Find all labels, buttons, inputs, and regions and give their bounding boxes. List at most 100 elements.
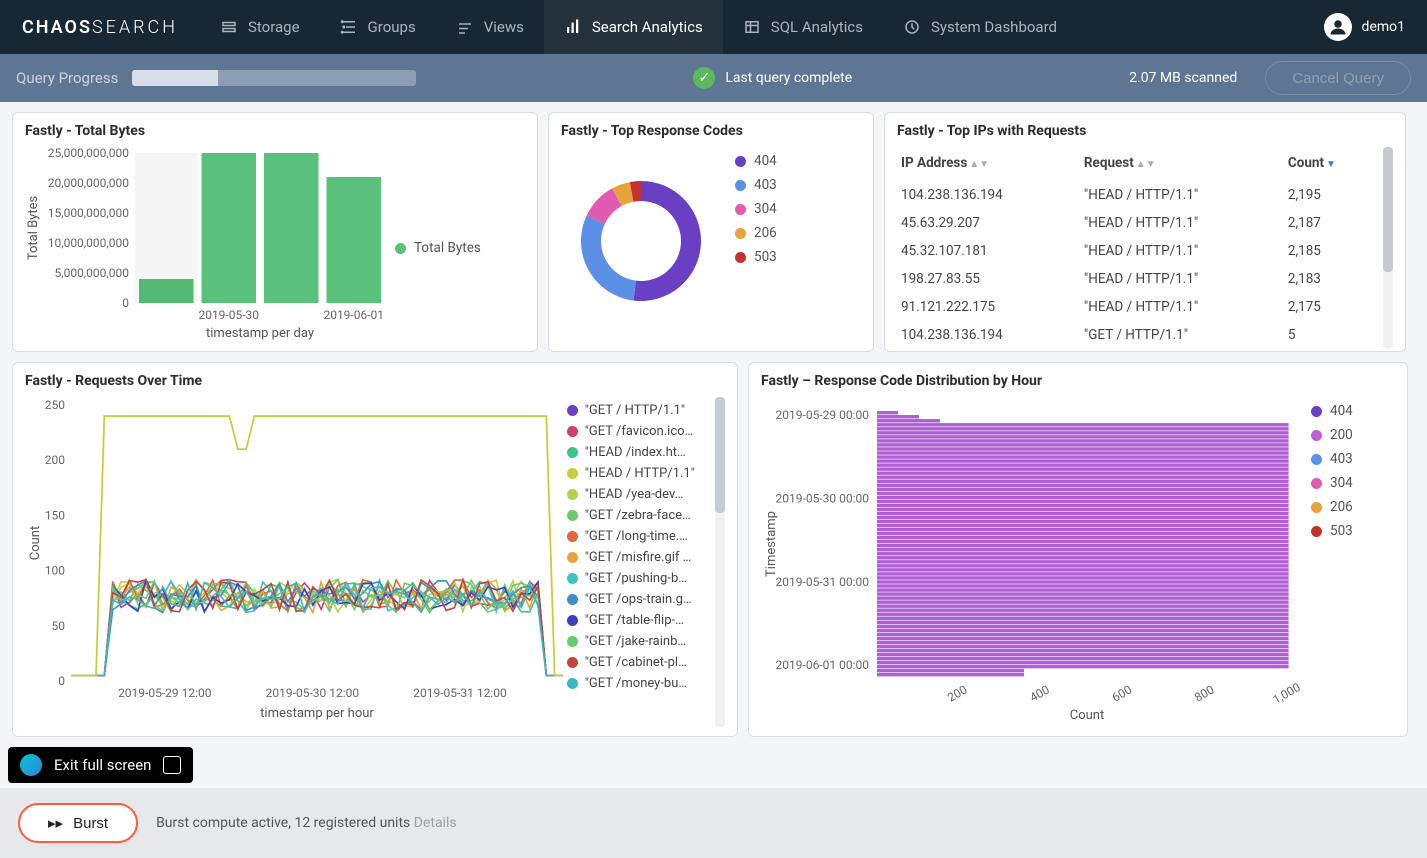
bottom-bar: ▸▸ Burst Burst compute active, 12 regist… bbox=[0, 788, 1427, 858]
table-row[interactable]: 91.121.222.175"HEAD / HTTP/1.1"2,175 bbox=[897, 293, 1377, 321]
legend-label: "GET /zebra-face… bbox=[585, 508, 691, 523]
legend-code-503[interactable]: 503 bbox=[1311, 523, 1391, 539]
legend-request[interactable]: "GET /ops-train.g… bbox=[567, 592, 709, 607]
legend-code-206[interactable]: 206 bbox=[735, 225, 777, 241]
legend-label: "HEAD / HTTP/1.1" bbox=[585, 466, 695, 481]
table-row[interactable]: 198.27.83.55"HEAD / HTTP/1.1"2,183 bbox=[897, 265, 1377, 293]
panel-total-bytes: Fastly - Total Bytes 05,000,000,00010,00… bbox=[12, 112, 538, 352]
legend-request[interactable]: "GET /pushing-b… bbox=[567, 571, 709, 586]
legend-dot-icon bbox=[735, 156, 746, 167]
legend-label: "GET / HTTP/1.1" bbox=[585, 403, 685, 418]
col-ip[interactable]: IP Address▲▼ bbox=[897, 147, 1080, 181]
burst-status: Burst compute active, 12 registered unit… bbox=[156, 815, 457, 831]
legend-label: 503 bbox=[754, 249, 777, 265]
legend-total-bytes[interactable]: Total Bytes bbox=[395, 153, 481, 343]
system-icon bbox=[903, 18, 921, 36]
legend-label: 206 bbox=[1330, 499, 1353, 515]
legend-request[interactable]: "GET /jake-rainb… bbox=[567, 634, 709, 649]
legend-code-503[interactable]: 503 bbox=[735, 249, 777, 265]
legend-request[interactable]: "GET / HTTP/1.1" bbox=[567, 403, 709, 418]
legend-dot-icon bbox=[567, 636, 578, 647]
legend-dot-icon bbox=[567, 447, 578, 458]
legend-request[interactable]: "GET /table-flip-… bbox=[567, 613, 709, 628]
exit-full-screen-button[interactable]: Exit full screen bbox=[8, 747, 193, 783]
query-scanned: 2.07 MB scanned bbox=[1129, 70, 1237, 86]
legend-request[interactable]: "HEAD /index.ht… bbox=[567, 445, 709, 460]
legend-dot-icon bbox=[1311, 478, 1322, 489]
legend-dot-icon bbox=[567, 573, 578, 584]
nav-sql-analytics[interactable]: SQL Analytics bbox=[723, 0, 883, 54]
nav-system-dashboard[interactable]: System Dashboard bbox=[883, 0, 1077, 54]
scrollbar[interactable] bbox=[715, 397, 725, 727]
svg-text:400: 400 bbox=[1027, 682, 1052, 704]
svg-text:2019-05-29 00:00: 2019-05-29 00:00 bbox=[776, 408, 870, 422]
svg-text:25,000,000,000: 25,000,000,000 bbox=[48, 147, 130, 160]
legend-code-304[interactable]: 304 bbox=[735, 201, 777, 217]
table-row[interactable]: 45.32.107.181"HEAD / HTTP/1.1"2,185 bbox=[897, 237, 1377, 265]
query-status: ✓ Last query complete bbox=[693, 67, 852, 89]
panel-top-response-codes: Fastly - Top Response Codes 404 403 304 206… bbox=[548, 112, 874, 352]
cancel-query-button[interactable]: Cancel Query bbox=[1265, 61, 1411, 95]
table-row[interactable]: 104.238.136.194"GET / HTTP/1.1"5 bbox=[897, 321, 1377, 349]
legend-request[interactable]: "HEAD /yea-dev… bbox=[567, 487, 709, 502]
table-row[interactable]: 45.63.29.207"HEAD / HTTP/1.1"2,187 bbox=[897, 209, 1377, 237]
legend-dot-icon bbox=[567, 657, 578, 668]
legend-code-403[interactable]: 403 bbox=[735, 177, 777, 193]
scrollbar[interactable] bbox=[1383, 147, 1393, 349]
user-avatar-icon bbox=[1324, 13, 1352, 41]
user-menu[interactable]: demo1 bbox=[1324, 13, 1427, 41]
legend-dot-icon bbox=[1311, 502, 1322, 513]
logo-bold: CHAOS bbox=[22, 17, 92, 38]
legend-request[interactable]: "GET /favicon.ico… bbox=[567, 424, 709, 439]
panel-requests-over-time: Fastly - Requests Over Time 050100150200… bbox=[12, 362, 738, 737]
legend-label: 403 bbox=[1330, 451, 1353, 467]
legend-dot-icon bbox=[735, 228, 746, 239]
panel-title: Fastly - Top Response Codes bbox=[561, 123, 861, 139]
scrollbar-thumb[interactable] bbox=[1383, 147, 1393, 272]
svg-text:5,000,000,000: 5,000,000,000 bbox=[54, 266, 129, 280]
query-progress-track bbox=[132, 70, 416, 86]
top-nav: CHAOSSEARCH StorageGroupsViewsSearch Ana… bbox=[0, 0, 1427, 54]
legend-code-403[interactable]: 403 bbox=[1311, 451, 1391, 467]
scrollbar-thumb[interactable] bbox=[715, 397, 725, 513]
legend-label: "HEAD /index.ht… bbox=[585, 445, 686, 460]
col-request[interactable]: Request▲▼ bbox=[1080, 147, 1284, 181]
burst-button[interactable]: ▸▸ Burst bbox=[18, 803, 138, 843]
legend-label: 503 bbox=[1330, 523, 1353, 539]
svg-text:250: 250 bbox=[45, 398, 65, 412]
nav-groups[interactable]: Groups bbox=[320, 0, 436, 54]
svg-text:timestamp per day: timestamp per day bbox=[206, 326, 314, 341]
burst-details-link[interactable]: Details bbox=[414, 815, 457, 831]
legend-dot-icon bbox=[567, 531, 578, 542]
legend-label: "GET /favicon.ico… bbox=[585, 424, 693, 439]
legend-dot-icon bbox=[735, 204, 746, 215]
legend-request[interactable]: "GET /cabinet-pl… bbox=[567, 655, 709, 670]
legend-request[interactable]: "GET /misfire.gif … bbox=[567, 550, 709, 565]
legend-code-200[interactable]: 200 bbox=[1311, 427, 1391, 443]
legend-code-304[interactable]: 304 bbox=[1311, 475, 1391, 491]
nav-storage[interactable]: Storage bbox=[200, 0, 320, 54]
legend-request[interactable]: "GET /zebra-face… bbox=[567, 508, 709, 523]
svg-text:2019-05-30 00:00: 2019-05-30 00:00 bbox=[776, 491, 870, 505]
table-row[interactable]: 104.238.136.194"HEAD / HTTP/1.1"2,195 bbox=[897, 181, 1377, 209]
panel-title: Fastly - Top IPs with Requests bbox=[897, 123, 1393, 139]
legend-request[interactable]: "HEAD / HTTP/1.1" bbox=[567, 466, 709, 481]
legend-label: 200 bbox=[1330, 427, 1353, 443]
legend-request[interactable]: "GET /money-bu… bbox=[567, 676, 709, 691]
legend-code-404[interactable]: 404 bbox=[1311, 403, 1391, 419]
legend-code-206[interactable]: 206 bbox=[1311, 499, 1391, 515]
legend-dot-icon bbox=[1311, 526, 1322, 537]
panel-title: Fastly – Response Code Distribution by H… bbox=[761, 373, 1395, 389]
nav-label: System Dashboard bbox=[931, 18, 1057, 36]
nav-search-analytics[interactable]: Search Analytics bbox=[544, 0, 723, 54]
legend-request[interactable]: "GET /long-time.… bbox=[567, 529, 709, 544]
col-count[interactable]: Count▼ bbox=[1284, 147, 1377, 181]
nav-views[interactable]: Views bbox=[436, 0, 544, 54]
legend-dot-icon bbox=[1311, 454, 1322, 465]
legend-dot-icon bbox=[567, 468, 578, 479]
legend-code-404[interactable]: 404 bbox=[735, 153, 777, 169]
svg-text:600: 600 bbox=[1110, 682, 1135, 704]
legend-label: 404 bbox=[1330, 403, 1353, 419]
svg-text:2019-05-31 00:00: 2019-05-31 00:00 bbox=[776, 575, 870, 589]
legend-dot-icon bbox=[735, 252, 746, 263]
